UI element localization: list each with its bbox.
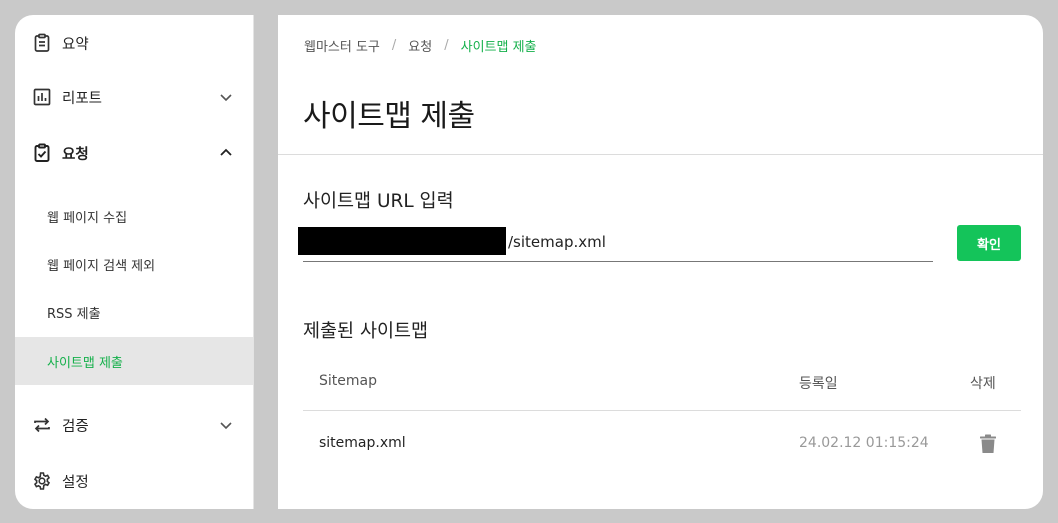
breadcrumb: 웹마스터 도구 / 요청 / 사이트맵 제출 xyxy=(304,36,537,55)
trash-icon[interactable] xyxy=(979,434,997,454)
sidebar-subitem-label: RSS 제출 xyxy=(47,306,101,322)
sidebar-subitem-page-crawl[interactable]: 웹 페이지 수집 xyxy=(15,192,253,240)
sidebar-subitem-label: 웹 페이지 검색 제외 xyxy=(47,258,156,274)
sidebar-item-label: 요약 xyxy=(62,36,89,53)
sidebar-item-label: 요청 xyxy=(62,146,89,163)
confirm-button[interactable]: 확인 xyxy=(957,225,1021,261)
gear-icon xyxy=(32,471,52,491)
submitted-section-title: 제출된 사이트맵 xyxy=(303,321,429,342)
sidebar-item-summary[interactable]: 요약 xyxy=(15,15,253,71)
sidebar-item-settings[interactable]: 설정 xyxy=(15,453,253,509)
sidebar-subitem-sitemap-submit[interactable]: 사이트맵 제출 xyxy=(15,337,253,385)
breadcrumb-request[interactable]: 요청 xyxy=(408,36,432,55)
sidebar-subitem-label: 웹 페이지 수집 xyxy=(47,210,128,226)
sidebar-subitem-rss-submit[interactable]: RSS 제출 xyxy=(15,288,253,336)
redacted-domain xyxy=(298,227,506,255)
repeat-arrows-icon xyxy=(32,415,52,435)
column-header-delete: 삭제 xyxy=(970,376,996,392)
page-title: 사이트맵 제출 xyxy=(303,99,475,134)
sidebar-item-report[interactable]: 리포트 xyxy=(15,69,253,125)
url-input-row xyxy=(298,225,933,262)
submitted-date: 24.02.12 01:15:24 xyxy=(799,435,929,451)
clipboard-icon xyxy=(32,33,52,53)
sidebar-item-label: 리포트 xyxy=(62,90,103,107)
header-divider xyxy=(278,154,1043,155)
url-section-title: 사이트맵 URL 입력 xyxy=(303,191,454,212)
sidebar-item-request[interactable]: 요청 xyxy=(15,125,253,181)
breadcrumb-current: 사이트맵 제출 xyxy=(460,40,537,55)
breadcrumb-webmaster-tools[interactable]: 웹마스터 도구 xyxy=(304,36,380,55)
clipboard-check-icon xyxy=(32,143,52,163)
bar-chart-icon xyxy=(32,87,52,107)
sidebar-subitem-label: 사이트맵 제출 xyxy=(47,355,123,371)
sidebar-item-label: 검증 xyxy=(62,418,89,435)
sitemap-url-input[interactable] xyxy=(508,229,928,255)
breadcrumb-separator: / xyxy=(391,38,397,53)
sidebar-item-label: 설정 xyxy=(62,474,89,491)
column-header-date: 등록일 xyxy=(799,376,838,392)
chevron-down-icon[interactable] xyxy=(219,418,233,432)
breadcrumb-separator: / xyxy=(444,38,449,53)
sidebar-item-verify[interactable]: 검증 xyxy=(15,397,253,453)
sidebar: 요약 리포트 요청 웹 페이지 수집 웹 페이지 검색 제외 RSS 제출 사이… xyxy=(15,15,254,509)
column-header-sitemap: Sitemap xyxy=(319,373,377,389)
main-panel: 웹마스터 도구 / 요청 / 사이트맵 제출 사이트맵 제출 사이트맵 URL … xyxy=(278,15,1043,509)
table-divider xyxy=(303,410,1021,411)
sitemap-name: sitemap.xml xyxy=(319,435,406,451)
chevron-up-icon[interactable] xyxy=(219,146,233,160)
sidebar-subitem-page-exclude[interactable]: 웹 페이지 검색 제외 xyxy=(15,240,253,288)
chevron-down-icon[interactable] xyxy=(219,90,233,104)
